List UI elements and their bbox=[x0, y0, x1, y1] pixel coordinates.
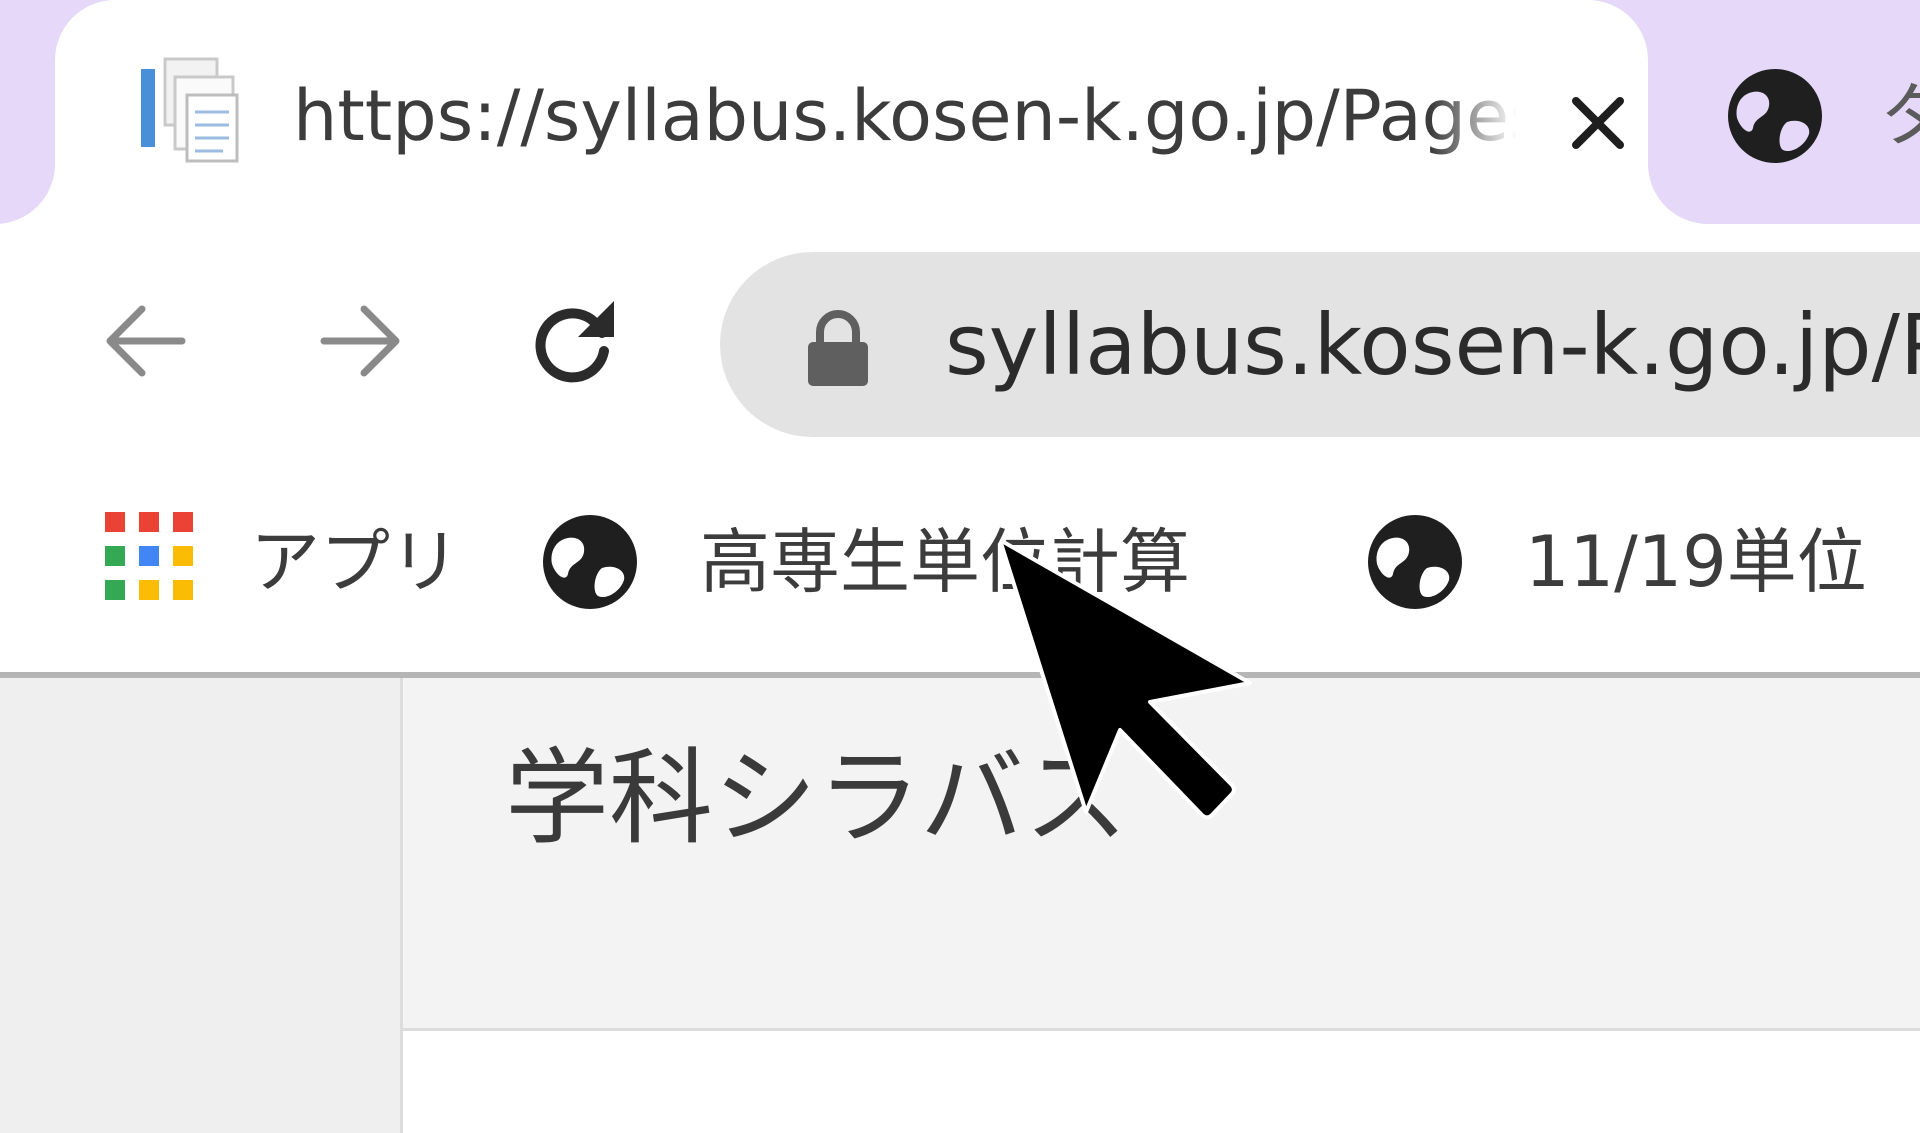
apps-grid-icon bbox=[105, 512, 193, 600]
lock-icon[interactable] bbox=[800, 308, 876, 388]
browser-window: https://syllabus.kosen-k.go.jp/Pages/Pub… bbox=[0, 0, 1920, 1133]
tab-title-2[interactable]: タ bbox=[1880, 66, 1920, 166]
arrow-right-icon bbox=[320, 305, 400, 377]
forward-button[interactable] bbox=[310, 291, 410, 391]
close-icon bbox=[1572, 97, 1624, 149]
content-area bbox=[403, 1031, 1920, 1133]
reload-button[interactable] bbox=[522, 291, 622, 391]
globe-icon bbox=[1728, 69, 1822, 163]
page-content: 学科シラバス bbox=[0, 678, 1920, 1133]
bookmark-label-apps: アプリ bbox=[250, 521, 460, 603]
tab-strip: https://syllabus.kosen-k.go.jp/Pages/Pub… bbox=[0, 0, 1920, 224]
bookmark-label-credit-calc: 高専生単位計算 bbox=[700, 521, 1190, 603]
url-text[interactable]: syllabus.kosen-k.go.jp/P bbox=[945, 290, 1920, 400]
bookmark-label-1119-credits: 11/19単位 bbox=[1525, 521, 1867, 603]
document-favicon-icon bbox=[141, 57, 239, 163]
tab-title: https://syllabus.kosen-k.go.jp/Pages/Pub… bbox=[293, 75, 1517, 157]
arrow-left-icon bbox=[106, 305, 186, 377]
globe-icon bbox=[543, 515, 637, 609]
back-button[interactable] bbox=[96, 291, 196, 391]
tab-active[interactable]: https://syllabus.kosen-k.go.jp/Pages/Pub… bbox=[55, 0, 1648, 224]
left-panel bbox=[0, 678, 403, 1133]
page-heading: 学科シラバス bbox=[505, 737, 1128, 859]
tab-close-button[interactable] bbox=[1555, 80, 1641, 166]
globe-icon bbox=[1368, 515, 1462, 609]
reload-icon bbox=[535, 301, 614, 383]
